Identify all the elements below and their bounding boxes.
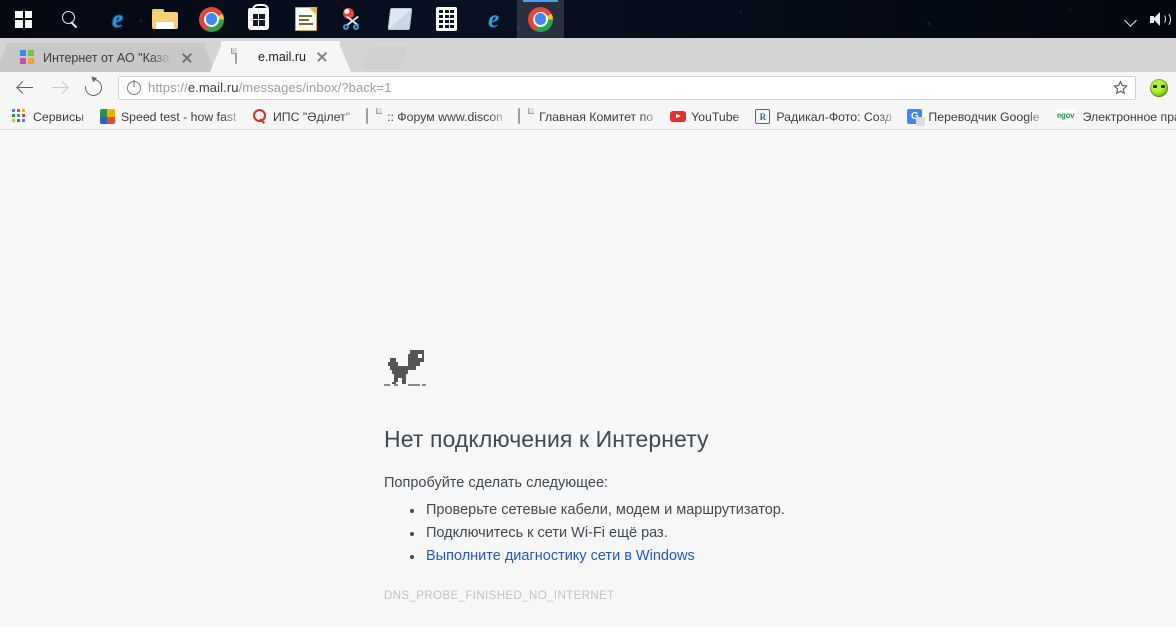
bookmark-forum-discom[interactable]: :: Форум www.discom [358, 106, 510, 128]
internet-explorer-button[interactable]: e [470, 0, 517, 38]
chrome-taskbar-button[interactable] [188, 0, 235, 38]
folder-icon [152, 9, 178, 29]
youtube-icon [670, 109, 685, 124]
suggestion-list: Проверьте сетевые кабели, модем и маршру… [384, 499, 1024, 568]
bookmark-label: ИПС "Әділет" [273, 110, 350, 124]
chrome-icon [528, 7, 553, 32]
new-tab-button[interactable] [362, 47, 408, 69]
url-scheme: https:// [148, 80, 188, 95]
bookmark-servisy[interactable]: Сервисы [4, 106, 92, 128]
url-text: https://e.mail.ru/messages/inbox/?back=1 [148, 80, 392, 95]
chevron-up-icon[interactable] [1125, 13, 1138, 26]
bookmark-label: Сервисы [33, 110, 84, 124]
bookmark-star-icon[interactable] [1112, 79, 1129, 96]
document-app-icon [295, 7, 317, 31]
reload-button[interactable] [76, 73, 110, 103]
google-apps-grid-icon [12, 109, 27, 124]
profile-avatar[interactable] [1150, 79, 1168, 97]
close-icon[interactable] [179, 50, 195, 66]
red-search-icon [252, 109, 267, 124]
list-item: Подключитесь к сети Wi-Fi ещё раз. [408, 522, 1024, 545]
suggestion-text: Подключитесь к сети Wi-Fi ещё раз. [426, 525, 668, 541]
bookmark-youtube[interactable]: YouTube [662, 106, 747, 128]
microsoft-squares-icon [20, 50, 35, 65]
bookmark-radikal-foto[interactable]: R Радикал-Фото: Созда [747, 106, 899, 128]
forward-button[interactable] [42, 73, 76, 103]
radikal-icon: R [755, 109, 770, 124]
chrome-dino-icon [384, 350, 428, 390]
search-button[interactable] [47, 0, 94, 38]
arrow-left-icon [17, 81, 34, 95]
speedtest-icon [100, 109, 115, 124]
bookmark-label: Главная Комитет по с [539, 110, 654, 124]
tab-strip: Интернет от АО "Казахт e.mail.ru [0, 38, 1176, 72]
chrome-window: Интернет от АО "Казахт e.mail.ru https:/… [0, 38, 1176, 627]
start-button[interactable] [0, 0, 47, 38]
tab-title: Интернет от АО "Казахт [43, 51, 171, 65]
bookmark-label: :: Форум www.discom [387, 110, 502, 124]
system-tray [1125, 0, 1176, 38]
bookmark-label: Электронное правит [1083, 110, 1176, 124]
generic-page-icon [518, 109, 533, 124]
file-explorer-button[interactable] [141, 0, 188, 38]
note-icon [387, 8, 412, 30]
sticky-notes-button[interactable] [376, 0, 423, 38]
generic-page-icon [235, 49, 250, 64]
edge-icon: e [112, 7, 123, 32]
snipping-tool-button[interactable] [329, 0, 376, 38]
address-bar[interactable]: https://e.mail.ru/messages/inbox/?back=1 [118, 76, 1136, 100]
bookmark-egov[interactable]: egov Электронное правит [1048, 106, 1176, 128]
bookmarks-bar: Сервисы Speed test - how fast ИПС "Әділе… [0, 104, 1176, 130]
error-code: DNS_PROBE_FINISHED_NO_INTERNET [384, 590, 1024, 602]
browser-toolbar: https://e.mail.ru/messages/inbox/?back=1 [0, 72, 1176, 104]
egov-icon: egov [1056, 109, 1077, 124]
page-viewport: Нет подключения к Интернету Попробуйте с… [0, 130, 1176, 627]
bookmark-label: Радикал-Фото: Созда [776, 110, 891, 124]
bookmark-label: Переводчик Google [928, 110, 1039, 124]
bookmark-speedtest[interactable]: Speed test - how fast [92, 106, 244, 128]
windows-logo-icon [15, 11, 32, 28]
bookmark-google-translate[interactable]: G Переводчик Google [899, 106, 1047, 128]
taskbar-spacer [564, 0, 1125, 38]
chrome-active-taskbar-button[interactable] [517, 0, 564, 38]
back-button[interactable] [8, 73, 42, 103]
google-translate-icon: G [907, 109, 922, 124]
calculator-button[interactable] [423, 0, 470, 38]
document-app-button[interactable] [282, 0, 329, 38]
list-item[interactable]: Выполните диагностику сети в Windows [408, 545, 1024, 568]
generic-page-icon [366, 109, 381, 124]
list-item: Проверьте сетевые кабели, модем и маршру… [408, 499, 1024, 522]
internet-explorer-icon: e [488, 7, 499, 32]
calculator-icon [436, 7, 457, 31]
tab-emailru[interactable]: e.mail.ru [221, 41, 340, 72]
bookmark-glavnaya-komitet[interactable]: Главная Комитет по с [510, 106, 662, 128]
store-bag-icon [248, 8, 269, 30]
search-icon [62, 11, 79, 28]
url-domain: e.mail.ru [188, 80, 239, 95]
windows-taskbar: e e [0, 0, 1176, 38]
reload-icon [81, 76, 105, 100]
close-icon[interactable] [314, 49, 330, 65]
network-diagnostics-link[interactable]: Выполните диагностику сети в Windows [426, 548, 695, 564]
tab-kazakhtelecom[interactable]: Интернет от АО "Казахт [6, 43, 205, 72]
microsoft-store-button[interactable] [235, 0, 282, 38]
page-title: Нет подключения к Интернету [384, 426, 1024, 453]
error-content: Нет подключения к Интернету Попробуйте с… [384, 350, 1024, 602]
info-circle-icon[interactable] [127, 81, 141, 95]
bookmark-label: YouTube [691, 110, 739, 124]
suggestion-text: Проверьте сетевые кабели, модем и маршру… [426, 502, 785, 518]
error-intro: Попробуйте сделать следующее: [384, 475, 1024, 491]
tab-title: e.mail.ru [258, 50, 306, 64]
scissors-icon [341, 8, 365, 30]
speaker-icon[interactable] [1150, 12, 1166, 27]
chrome-icon [199, 7, 224, 32]
edge-button[interactable]: e [94, 0, 141, 38]
url-path: /messages/inbox/?back=1 [239, 80, 392, 95]
arrow-right-icon [51, 81, 68, 95]
bookmark-adilet[interactable]: ИПС "Әділет" [244, 106, 358, 128]
bookmark-label: Speed test - how fast [121, 110, 236, 124]
